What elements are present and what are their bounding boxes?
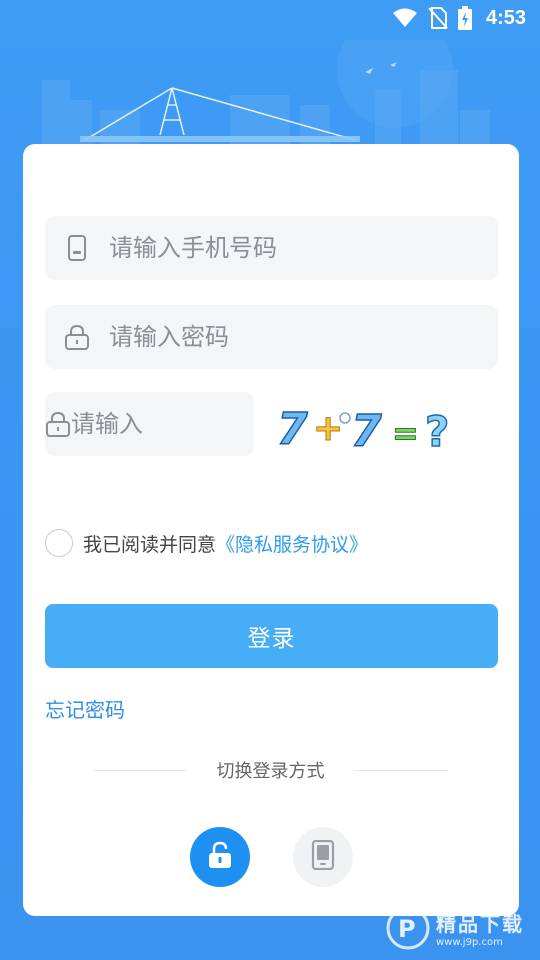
city-skyline-illustration <box>42 40 490 160</box>
lock-icon <box>45 324 109 350</box>
status-time: 4:53 <box>485 6 526 29</box>
login-button[interactable]: 登录 <box>45 604 498 668</box>
forgot-password-link[interactable]: 忘记密码 <box>45 694 125 723</box>
agreement-checkbox[interactable] <box>45 529 73 557</box>
lock-icon <box>207 841 233 873</box>
status-bar: 4:53 <box>0 0 540 36</box>
watermark-url: www.j9p.com <box>436 937 503 948</box>
agreement-row: 我已阅读并同意 《隐私服务协议》 <box>45 528 368 558</box>
divider-line <box>354 769 448 771</box>
watermark-logo-icon: P <box>386 906 430 950</box>
watermark: P 精品下载 www.j9p.com <box>386 903 524 953</box>
sms-login-mode-button[interactable] <box>293 827 353 887</box>
watermark-text: 精品下载 <box>436 912 524 936</box>
svg-text:P: P <box>398 915 416 943</box>
phone-field <box>45 216 498 280</box>
lock-icon <box>45 411 71 437</box>
divider-line <box>93 769 187 771</box>
battery-charging-icon <box>457 6 472 30</box>
agreement-text: 我已阅读并同意 <box>83 533 217 556</box>
password-login-mode-button[interactable] <box>190 827 250 887</box>
switch-login-divider: 切换登录方式 <box>93 758 448 782</box>
switch-login-label: 切换登录方式 <box>216 761 325 782</box>
svg-text:=: = <box>392 414 419 452</box>
phone-icon <box>45 235 109 261</box>
login-card: 7 + 7 = ? 我已阅读并同意 《隐私服务协议》 登录 忘记密码 切换登录方… <box>23 144 519 916</box>
svg-text:+: + <box>313 408 343 449</box>
password-field <box>45 305 498 369</box>
privacy-agreement-link[interactable]: 《隐私服务协议》 <box>216 530 368 557</box>
password-input[interactable] <box>109 305 498 369</box>
phone-input[interactable] <box>109 216 498 280</box>
svg-text:?: ? <box>425 407 449 456</box>
no-sim-icon <box>428 7 448 29</box>
wifi-icon <box>392 8 418 28</box>
captcha-image[interactable]: 7 + 7 = ? <box>275 396 465 456</box>
captcha-field <box>45 392 371 456</box>
svg-text:7: 7 <box>351 406 382 456</box>
svg-text:7: 7 <box>277 404 308 455</box>
phone-icon <box>311 839 335 874</box>
